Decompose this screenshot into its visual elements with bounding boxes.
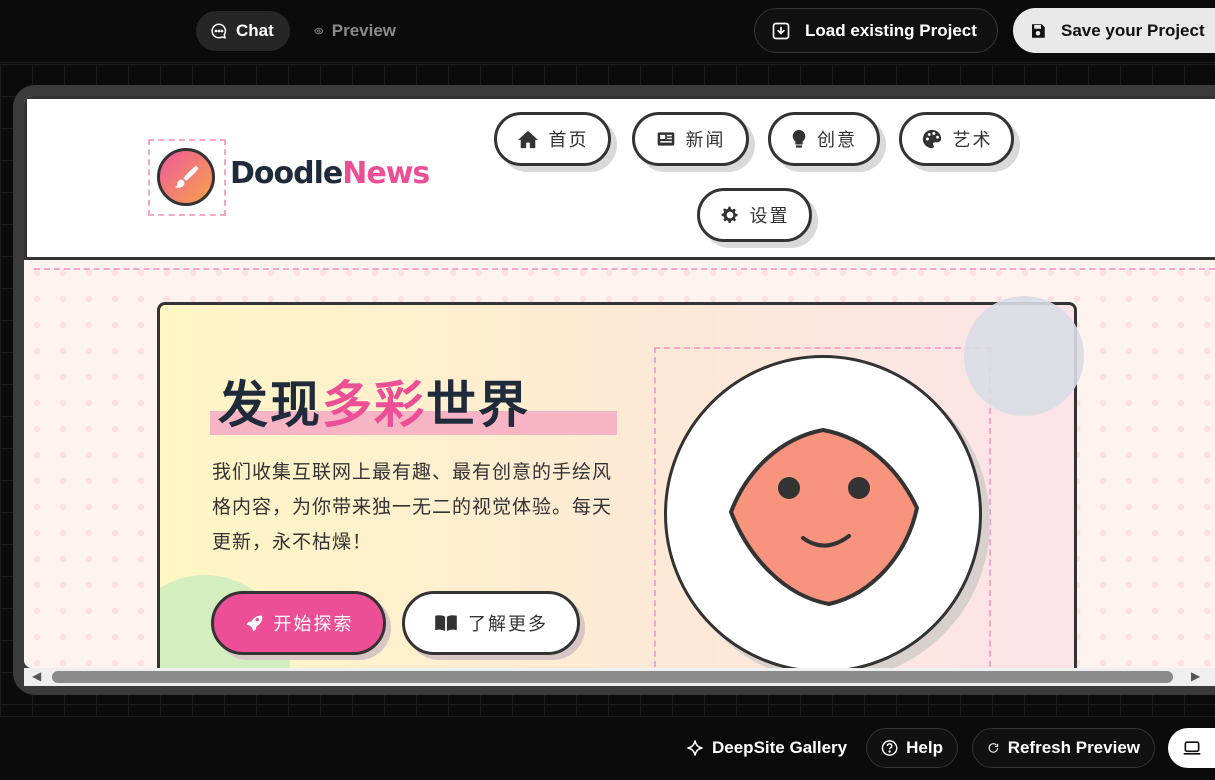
refresh-preview-label: Refresh Preview xyxy=(1007,738,1140,757)
floppy-icon xyxy=(1032,23,1045,38)
tab-chat[interactable]: Chat xyxy=(196,11,290,51)
load-project-label: Load existing Project xyxy=(805,20,977,40)
nav-settings[interactable]: 设置 xyxy=(697,188,812,242)
tab-preview[interactable]: Preview xyxy=(300,11,410,51)
help-circle-icon xyxy=(881,740,898,756)
nav-creative-label: 创意 xyxy=(817,130,857,151)
nav-settings-label: 设置 xyxy=(749,206,790,227)
help-label: Help xyxy=(906,738,943,757)
hero-description: 我们收集互联网上最有趣、最有创意的手绘风格内容，为你带来独一无二的视觉体验。每天… xyxy=(212,461,613,553)
refresh-icon xyxy=(988,743,999,753)
hero-title: 发现多彩世界 xyxy=(218,365,530,437)
gear-icon xyxy=(721,206,737,223)
lightbulb-icon xyxy=(792,129,806,148)
nav-creative[interactable]: 创意 xyxy=(768,112,880,166)
chat-icon xyxy=(211,23,227,39)
hero-title-highlight: 多彩 xyxy=(322,375,426,434)
logo-text-part2: News xyxy=(342,156,430,191)
nav-art-label: 艺术 xyxy=(952,130,993,151)
scrollbar-thumb[interactable] xyxy=(52,671,1173,683)
eye-icon xyxy=(314,27,324,35)
hero-card: 发现多彩世界 我们收集互联网上最有趣、最有创意的手绘风格内容，为你带来独一无二的… xyxy=(157,302,1077,668)
site-logo-text[interactable]: DoodleNews xyxy=(230,156,430,191)
laptop-icon xyxy=(1183,741,1201,755)
explore-button[interactable]: 开始探索 xyxy=(211,591,386,655)
scroll-right-icon[interactable]: ▶ xyxy=(1191,669,1200,683)
nav-art[interactable]: 艺术 xyxy=(899,112,1014,166)
scroll-left-icon[interactable]: ◀ xyxy=(32,669,41,683)
newspaper-icon xyxy=(657,132,674,146)
rocket-icon xyxy=(246,615,262,632)
learn-more-button[interactable]: 了解更多 xyxy=(402,591,580,655)
save-project-label: Save your Project xyxy=(1061,20,1205,40)
book-open-icon xyxy=(435,615,457,632)
tab-preview-label: Preview xyxy=(331,21,396,40)
decorative-bubble-grey xyxy=(964,296,1084,416)
nav-news-label: 新闻 xyxy=(685,130,726,151)
nav-home-label: 首页 xyxy=(548,130,589,151)
device-toggle-button[interactable] xyxy=(1168,728,1215,768)
nav-news[interactable]: 新闻 xyxy=(632,112,749,166)
save-project-button[interactable]: Save your Project xyxy=(1013,8,1215,53)
top-bar: Chat Preview Load existing Project Save … xyxy=(0,0,1215,63)
smiley-face-icon xyxy=(728,427,920,607)
palette-icon xyxy=(922,129,941,149)
tab-chat-label: Chat xyxy=(236,21,274,40)
learn-more-button-label: 了解更多 xyxy=(468,614,548,635)
deepsite-gallery-button[interactable]: DeepSite Gallery xyxy=(672,728,861,768)
download-icon xyxy=(772,22,790,39)
logo-text-part1: Doodle xyxy=(230,156,343,191)
sparkle-icon xyxy=(687,740,703,756)
paintbrush-icon xyxy=(174,165,199,188)
hero-title-part2: 世界 xyxy=(426,375,530,434)
bottom-bar: DeepSite Gallery Help Refresh Preview xyxy=(0,716,1215,780)
hero-title-part1: 发现 xyxy=(218,375,322,434)
deepsite-gallery-label: DeepSite Gallery xyxy=(712,738,848,757)
smiley-illustration xyxy=(664,355,982,668)
refresh-preview-button[interactable]: Refresh Preview xyxy=(972,728,1155,768)
preview-viewport[interactable]: DoodleNews 首页 新闻 创意 艺术 设置 发现多彩世界 我们收集互联网… xyxy=(24,96,1215,668)
help-button[interactable]: Help xyxy=(866,728,958,768)
nav-home[interactable]: 首页 xyxy=(494,112,611,166)
header-selection-outline xyxy=(34,268,1215,270)
home-icon xyxy=(517,130,538,149)
logo-badge[interactable] xyxy=(157,148,215,206)
explore-button-label: 开始探索 xyxy=(273,614,354,635)
load-project-button[interactable]: Load existing Project xyxy=(754,8,998,53)
